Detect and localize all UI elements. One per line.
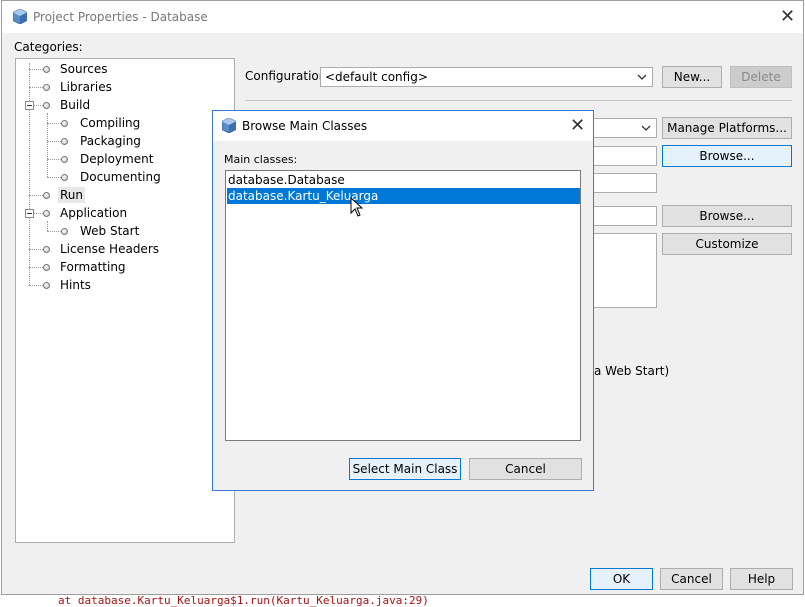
tree-connector-line bbox=[29, 267, 43, 268]
tree-folder-icon bbox=[43, 210, 50, 217]
dialog-title: Browse Main Classes bbox=[242, 119, 368, 133]
netbeans-app-icon bbox=[13, 9, 27, 24]
customize-label: Customize bbox=[695, 237, 759, 251]
categories-tree[interactable]: Sources Libraries Build Compiling Packag… bbox=[15, 58, 235, 543]
netbeans-app-icon bbox=[222, 118, 236, 133]
cancel-label: Cancel bbox=[671, 572, 712, 586]
runtime-platform-select[interactable] bbox=[592, 118, 657, 138]
dialog-cancel-label: Cancel bbox=[505, 462, 546, 476]
browse-working-directory-button[interactable]: Browse... bbox=[662, 205, 792, 227]
ok-button[interactable]: OK bbox=[590, 568, 653, 590]
vm-options-area[interactable] bbox=[592, 233, 657, 308]
manage-platforms-button[interactable]: Manage Platforms... bbox=[662, 117, 792, 139]
browse-label: Browse... bbox=[699, 149, 755, 163]
collapse-icon[interactable] bbox=[25, 209, 34, 218]
tree-connector-line bbox=[47, 221, 48, 231]
tree-item-hints[interactable]: Hints bbox=[60, 278, 91, 292]
web-start-checkbox-label: a Web Start) bbox=[594, 364, 670, 378]
tree-leaf-icon bbox=[61, 156, 68, 163]
collapse-icon[interactable] bbox=[25, 101, 34, 110]
help-label: Help bbox=[747, 572, 776, 586]
dialog-cancel-button[interactable]: Cancel bbox=[469, 458, 582, 480]
tree-leaf-icon bbox=[61, 228, 68, 235]
configuration-select[interactable]: <default config> bbox=[320, 67, 653, 87]
tree-item-build[interactable]: Build bbox=[60, 98, 90, 112]
arguments-field[interactable] bbox=[592, 173, 657, 193]
window-title: Project Properties - Database bbox=[33, 10, 208, 24]
tree-item-license-headers[interactable]: License Headers bbox=[60, 242, 159, 256]
browse-main-class-button[interactable]: Browse... bbox=[662, 145, 792, 167]
tree-connector-line bbox=[29, 195, 43, 196]
categories-label: Categories: bbox=[14, 40, 83, 54]
tree-item-run[interactable]: Run bbox=[58, 187, 86, 203]
help-button[interactable]: Help bbox=[730, 568, 793, 590]
tree-leaf-icon bbox=[43, 246, 50, 253]
tree-connector-line bbox=[47, 141, 61, 142]
tree-connector-line bbox=[29, 69, 43, 70]
tree-item-application[interactable]: Application bbox=[60, 206, 127, 220]
browse-label: Browse... bbox=[699, 209, 755, 223]
main-classes-list[interactable]: database.Database database.Kartu_Keluarg… bbox=[225, 170, 581, 441]
tree-connector-line bbox=[34, 105, 43, 106]
chevron-down-icon bbox=[637, 74, 647, 80]
tree-connector-line bbox=[47, 177, 61, 178]
tree-item-sources[interactable]: Sources bbox=[60, 62, 107, 76]
working-directory-field[interactable] bbox=[592, 206, 657, 226]
main-classes-label: Main classes: bbox=[224, 153, 298, 166]
delete-config-label: Delete bbox=[741, 70, 781, 84]
tree-connector-line bbox=[29, 63, 30, 285]
close-icon: ✕ bbox=[570, 115, 586, 136]
title-bar: Project Properties - Database ✕ bbox=[2, 1, 803, 33]
chevron-down-icon bbox=[641, 125, 651, 131]
new-config-label: New... bbox=[673, 70, 711, 84]
select-main-class-button[interactable]: Select Main Class bbox=[349, 458, 461, 480]
delete-config-button[interactable]: Delete bbox=[730, 66, 792, 88]
mouse-cursor-icon bbox=[350, 197, 364, 217]
configuration-value: <default config> bbox=[325, 70, 428, 84]
ok-label: OK bbox=[612, 572, 631, 586]
tree-leaf-icon bbox=[43, 84, 50, 91]
tree-connector-line bbox=[29, 285, 43, 286]
new-config-button[interactable]: New... bbox=[662, 66, 722, 88]
tree-item-deployment[interactable]: Deployment bbox=[80, 152, 153, 166]
cancel-button[interactable]: Cancel bbox=[660, 568, 723, 590]
tree-leaf-icon bbox=[61, 138, 68, 145]
list-item[interactable]: database.Kartu_Keluarga bbox=[227, 188, 580, 204]
tree-connector-line bbox=[34, 213, 43, 214]
tree-connector-line bbox=[47, 159, 61, 160]
manage-platforms-label: Manage Platforms... bbox=[667, 121, 787, 135]
tree-item-documenting[interactable]: Documenting bbox=[80, 170, 161, 184]
dialog-title-bar: Browse Main Classes ✕ bbox=[213, 111, 593, 141]
close-icon: ✕ bbox=[780, 6, 796, 27]
tree-item-libraries[interactable]: Libraries bbox=[60, 80, 112, 94]
list-item[interactable]: database.Database bbox=[227, 172, 580, 188]
tree-leaf-icon bbox=[61, 174, 68, 181]
tree-connector-line bbox=[47, 123, 61, 124]
configuration-label: Configuration: bbox=[245, 69, 331, 83]
tree-item-packaging[interactable]: Packaging bbox=[80, 134, 141, 148]
tree-item-compiling[interactable]: Compiling bbox=[80, 116, 140, 130]
main-class-field[interactable] bbox=[592, 146, 657, 166]
tree-item-formatting[interactable]: Formatting bbox=[60, 260, 126, 274]
tree-connector-line bbox=[29, 249, 43, 250]
browse-main-classes-dialog: Browse Main Classes ✕ Main classes: data… bbox=[212, 110, 594, 491]
window-close-button[interactable]: ✕ bbox=[780, 8, 795, 26]
tree-leaf-icon bbox=[43, 192, 50, 199]
tree-item-web-start[interactable]: Web Start bbox=[80, 224, 139, 238]
tree-connector-line bbox=[47, 231, 61, 232]
tree-connector-line bbox=[29, 87, 43, 88]
tree-leaf-icon bbox=[43, 282, 50, 289]
customize-button[interactable]: Customize bbox=[662, 233, 792, 255]
tree-leaf-icon bbox=[43, 264, 50, 271]
tree-leaf-icon bbox=[43, 66, 50, 73]
select-main-class-label: Select Main Class bbox=[352, 462, 458, 476]
dialog-close-button[interactable]: ✕ bbox=[570, 117, 585, 135]
separator bbox=[245, 100, 792, 101]
tree-leaf-icon bbox=[61, 120, 68, 127]
console-output-line: at database.Kartu_Keluarga$1.run(Kartu_K… bbox=[58, 594, 429, 607]
tree-folder-icon bbox=[43, 102, 50, 109]
